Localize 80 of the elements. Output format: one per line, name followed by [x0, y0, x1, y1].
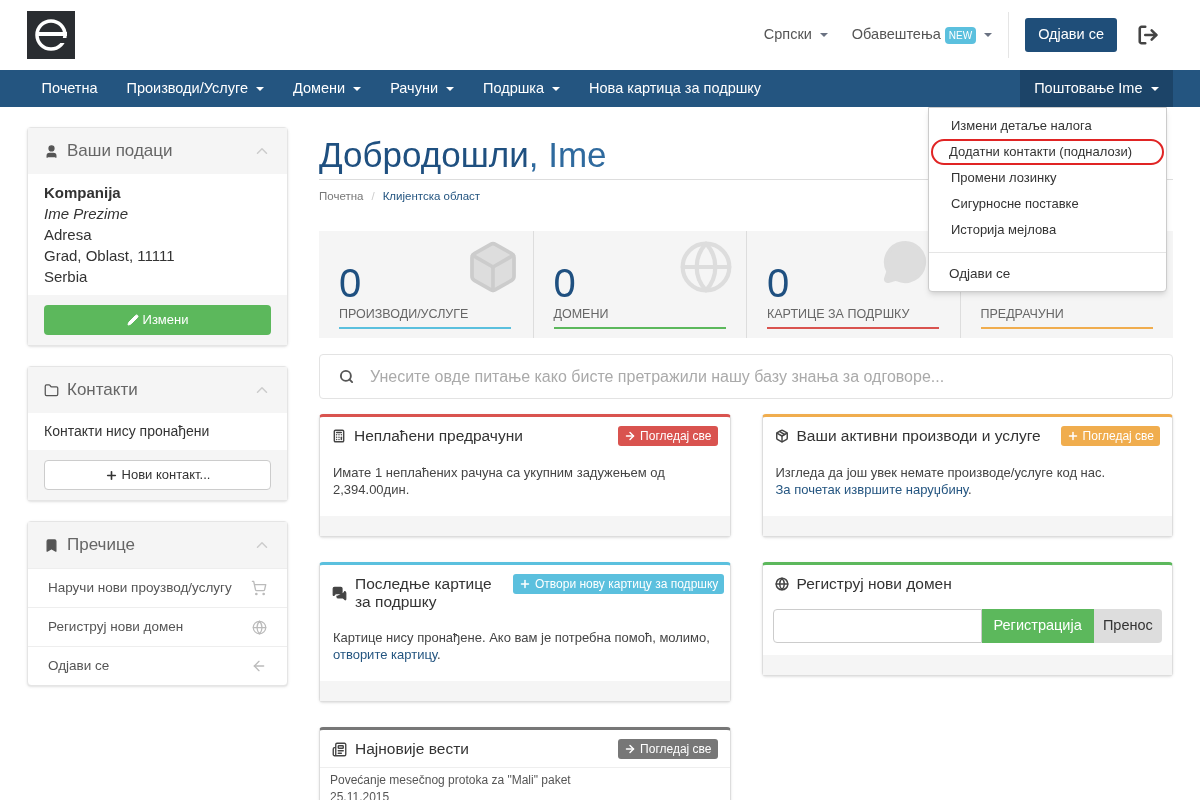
- card-title: Ваши подаци: [67, 140, 173, 163]
- user-icon: [44, 143, 59, 159]
- logout-icon[interactable]: [1137, 24, 1159, 46]
- panel-text: Имате 1 неплаћених рачуна са укупним задужењем од 2,394.00дин.: [333, 464, 666, 499]
- stat-label: ДОМЕНИ: [553, 305, 726, 329]
- newspaper-icon: [332, 741, 347, 757]
- panel-button[interactable]: Погледај све: [618, 739, 718, 760]
- nav-item[interactable]: Подршка: [468, 70, 575, 107]
- calculator-icon: [332, 429, 346, 444]
- stat-label: ПРОИЗВОДИ/УСЛУГЕ: [339, 305, 511, 329]
- menu-item[interactable]: Одјави се: [929, 262, 1166, 286]
- arrow-right-icon: [624, 430, 637, 443]
- transfer-button[interactable]: Пренос: [1093, 609, 1162, 644]
- breadcrumb-link[interactable]: Клијентска област: [382, 188, 481, 206]
- menu-item[interactable]: Додатни контакти (подналози): [931, 139, 1164, 165]
- pencil-icon: [126, 314, 139, 326]
- logout-button[interactable]: Одјави се: [1025, 18, 1117, 52]
- news-title[interactable]: Povećanje mesečnog protoka za "Mali" paket: [330, 772, 720, 790]
- caret-icon: [353, 86, 362, 91]
- nav-item[interactable]: Нова картица за подршку: [574, 70, 776, 107]
- panel-text: Изгледа да још увек немате производе/услуге код нас. За почетак извршите наруџбину.: [775, 464, 1107, 499]
- card-title: Пречице: [67, 534, 135, 557]
- plus-icon: [104, 468, 118, 482]
- nav-item[interactable]: Почетна: [27, 70, 113, 107]
- caret-icon: [446, 86, 454, 91]
- language-menu[interactable]: Српски: [763, 24, 828, 46]
- breadcrumb-separator: /: [371, 189, 375, 204]
- speech-bubble-icon: [881, 239, 928, 286]
- panel-title: Неплаћени предрачуни: [354, 427, 523, 446]
- address-line: Serbia: [44, 267, 89, 287]
- breadcrumb-link[interactable]: Почетна: [319, 188, 364, 206]
- bookmark-icon: [44, 537, 59, 553]
- stat-value: 0: [767, 261, 790, 306]
- panel-text: Картице нису пронађене. Ако вам је потребна помоћ, молимо, отворите картицу.: [333, 629, 711, 664]
- caret-icon: [552, 86, 561, 91]
- nav-item[interactable]: Производи/Услуге: [112, 70, 279, 107]
- menu-item[interactable]: Историја мејлова: [931, 217, 1164, 243]
- stat-label: ПРЕДРАЧУНИ: [980, 305, 1153, 329]
- stat-label: КАРТИЦЕ ЗА ПОДРШКУ: [767, 305, 939, 329]
- address-line: Grad, Oblast, 11111: [44, 246, 176, 266]
- cart-icon: [251, 580, 267, 596]
- panel-title: Региструј нови домен: [796, 575, 952, 594]
- caret-icon: [984, 33, 993, 37]
- account-menu-toggle[interactable]: Поштовање Ime: [1019, 70, 1173, 107]
- company-name: Kompanija: [44, 183, 122, 203]
- arrow-right-icon: [624, 743, 637, 756]
- notifications-menu[interactable]: Обавештења NEW: [851, 24, 993, 46]
- chat-icon: [332, 585, 347, 601]
- card-title: Контакти: [67, 379, 138, 402]
- plus-icon: [519, 578, 531, 591]
- caret-icon: [255, 86, 264, 91]
- empty-message: Контакти нису пронађени: [43, 422, 211, 441]
- nav-item[interactable]: Рачуни: [375, 70, 469, 107]
- shortcut-link[interactable]: Одјави се: [28, 646, 287, 685]
- domain-input[interactable]: [772, 609, 982, 644]
- stat-value: 0: [339, 261, 362, 306]
- shortcut-link[interactable]: Наручи нови проузвод/услугу: [28, 568, 287, 607]
- shortcut-link[interactable]: Региструј нови домен: [28, 607, 287, 646]
- panel-title: Најновије вести: [355, 740, 469, 759]
- stat-value: 0: [553, 261, 576, 306]
- new-badge: NEW: [944, 26, 977, 44]
- new-contact-button[interactable]: Нови контакт...: [44, 460, 271, 490]
- plus-icon: [1066, 430, 1079, 443]
- globe-icon: [774, 577, 789, 592]
- nav-item[interactable]: Домени: [278, 70, 376, 107]
- search-icon: [339, 369, 354, 385]
- cube-icon: [774, 429, 789, 444]
- panel-button[interactable]: Погледај све: [618, 426, 718, 447]
- search-field[interactable]: Унесите овде питање како бисте претражили нашу базу знања за одговоре...: [319, 354, 1173, 400]
- contact-name: Ime Prezime: [44, 204, 130, 224]
- folder-icon: [44, 382, 59, 398]
- panel-title: Ваши активни производи и услуге: [796, 427, 1041, 446]
- caret-icon: [819, 33, 828, 37]
- caret-icon: [1150, 86, 1159, 91]
- logo-icon[interactable]: [27, 11, 75, 59]
- address-line: Adresa: [44, 225, 93, 245]
- menu-item[interactable]: Сигурносне поставке: [931, 191, 1164, 217]
- back-arrow-icon: [251, 658, 267, 674]
- globe-icon: [252, 619, 267, 635]
- panel-title: Последње картице за подршку: [355, 575, 493, 612]
